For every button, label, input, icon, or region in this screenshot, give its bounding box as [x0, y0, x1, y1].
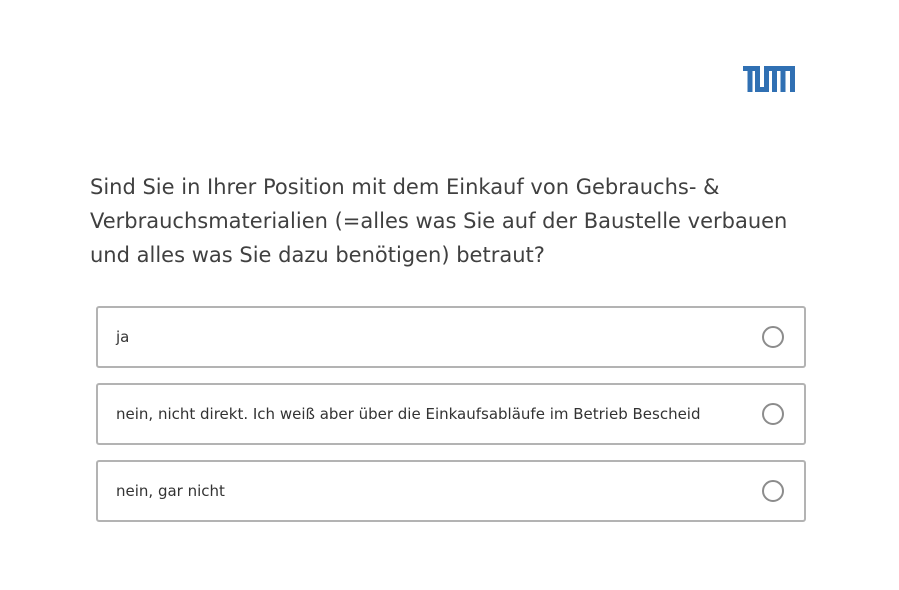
radio-button[interactable] [762, 403, 784, 425]
option-ja[interactable]: ja [96, 306, 806, 368]
option-label: ja [116, 328, 130, 346]
tum-logo-icon [743, 66, 795, 92]
radio-button[interactable] [762, 480, 784, 502]
option-label: nein, gar nicht [116, 482, 225, 500]
question-text: Sind Sie in Ihrer Position mit dem Einka… [90, 175, 788, 267]
option-nein-nicht-direkt[interactable]: nein, nicht direkt. Ich weiß aber über d… [96, 383, 806, 445]
option-label: nein, nicht direkt. Ich weiß aber über d… [116, 405, 701, 423]
option-nein-gar-nicht[interactable]: nein, gar nicht [96, 460, 806, 522]
radio-button[interactable] [762, 326, 784, 348]
answer-options: ja nein, nicht direkt. Ich weiß aber übe… [96, 306, 806, 537]
